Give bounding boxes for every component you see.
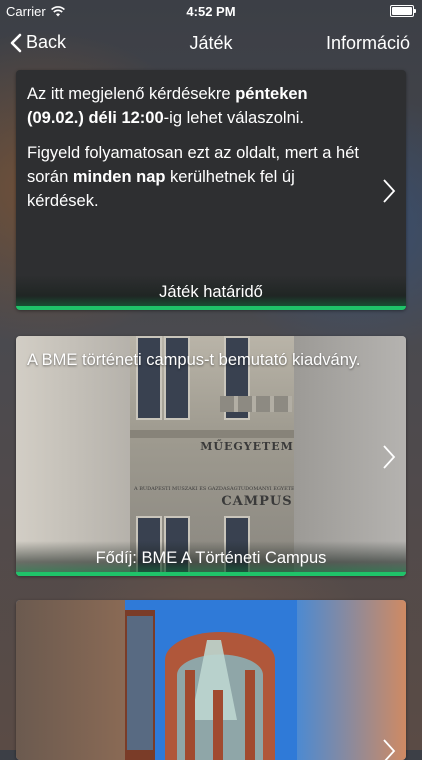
photo-blur-right	[297, 600, 406, 760]
info-button[interactable]: Információ	[326, 33, 410, 54]
chevron-right-icon	[383, 739, 396, 760]
photo-sign-text: MŰEGYETEM	[200, 440, 294, 453]
chevron-right-icon	[383, 179, 396, 203]
navigation-bar: Back Játék Információ	[0, 22, 422, 66]
status-time: 4:52 PM	[186, 4, 236, 19]
photo-subtitle-text: A BUDAPESTI MŰSZAKI ÉS GAZDASÁGTUDOMÁNYI…	[134, 486, 294, 492]
photo-blur-left	[16, 600, 125, 760]
prize-card[interactable]: MŰEGYETEM A BUDAPESTI MŰSZAKI ÉS GAZDASÁ…	[16, 336, 406, 576]
card-footer-label: Játék határidő	[16, 275, 406, 310]
status-bar: Carrier 4:52 PM	[0, 0, 422, 22]
chevron-right-icon	[383, 445, 396, 469]
battery-icon	[390, 5, 416, 17]
deadline-text: Az itt megjelenő kérdésekre pénteken (09…	[27, 85, 359, 210]
building-photo	[125, 600, 297, 760]
card-footer-label: Fődíj: BME A Történeti Campus	[16, 541, 406, 576]
building-card[interactable]	[16, 600, 406, 760]
deadline-card[interactable]: Az itt megjelenő kérdésekre pénteken (09…	[16, 70, 406, 310]
photo-campus-text: CAMPUS	[221, 494, 293, 509]
prize-description: A BME történeti campus-t bemutató kiadvá…	[27, 351, 361, 369]
